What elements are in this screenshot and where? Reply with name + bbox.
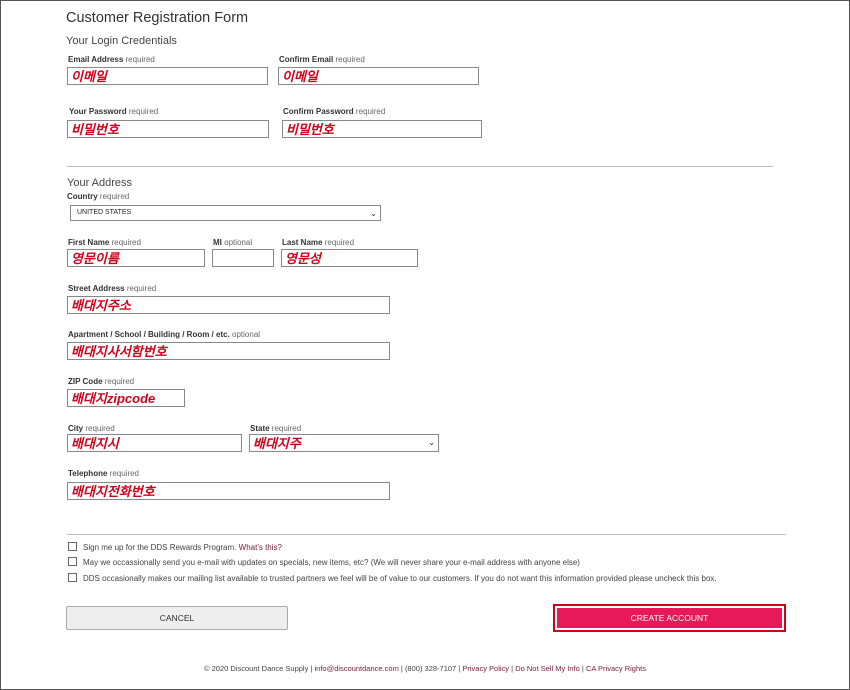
email-updates-checkbox[interactable] bbox=[68, 557, 77, 566]
partners-text: DDS occasionally makes our mailing list … bbox=[83, 574, 717, 583]
options-divider bbox=[67, 534, 786, 535]
footer-copyright: © 2020 Discount Dance Supply | bbox=[204, 664, 313, 673]
apartment-label: Apartment / School / Building / Room / e… bbox=[68, 330, 261, 339]
confirm-email-field-value: 이메일 bbox=[282, 69, 318, 84]
street-field-value: 배대지주소 bbox=[71, 298, 131, 313]
city-label: City required bbox=[68, 424, 115, 433]
first-name-field-value: 영문이름 bbox=[71, 251, 119, 266]
confirm-password-field-value: 비밀번호 bbox=[286, 122, 334, 137]
chevron-down-icon: ⌄ bbox=[428, 438, 435, 447]
country-select[interactable]: UNITED STATES ⌄ bbox=[70, 205, 381, 221]
footer-phone: | (800) 328-7107 | bbox=[400, 664, 461, 673]
footer-separator: | bbox=[511, 664, 514, 673]
footer: © 2020 Discount Dance Supply | info@disc… bbox=[0, 664, 850, 673]
email-label: Email Address required bbox=[68, 55, 155, 64]
apartment-field-value: 배대지사서함번호 bbox=[71, 344, 167, 359]
telephone-field-value: 배대지전화번호 bbox=[71, 484, 155, 499]
footer-do-not-sell-link[interactable]: Do Not Sell My Info bbox=[515, 664, 580, 673]
zip-label: ZIP Code required bbox=[68, 377, 135, 386]
first-name-label: First Name required bbox=[68, 238, 141, 247]
mi-label: MI optional bbox=[213, 238, 253, 247]
last-name-label: Last Name required bbox=[282, 238, 355, 247]
password-label: Your Password required bbox=[69, 107, 159, 116]
section-divider bbox=[67, 166, 773, 167]
password-field[interactable]: 비밀번호 bbox=[67, 120, 269, 138]
zip-field[interactable]: 배대지zipcode bbox=[67, 389, 185, 407]
rewards-text: Sign me up for the DDS Rewards Program. … bbox=[83, 543, 282, 552]
footer-separator: | bbox=[581, 664, 584, 673]
confirm-password-label: Confirm Password required bbox=[283, 107, 386, 116]
footer-privacy-link[interactable]: Privacy Policy bbox=[462, 664, 509, 673]
last-name-field[interactable]: 영문성 bbox=[281, 249, 418, 267]
state-select[interactable]: 배대지주 ⌄ bbox=[249, 434, 439, 452]
country-label: Country required bbox=[67, 192, 130, 201]
state-label: State required bbox=[250, 424, 302, 433]
telephone-field[interactable]: 배대지전화번호 bbox=[67, 482, 390, 500]
cancel-button[interactable]: CANCEL bbox=[66, 606, 288, 630]
create-account-button[interactable]: CREATE ACCOUNT bbox=[557, 608, 782, 628]
city-field-value: 배대지시 bbox=[71, 436, 119, 451]
login-section-heading: Your Login Credentials bbox=[66, 35, 177, 47]
email-updates-text: May we occassionally send you e-mail wit… bbox=[83, 558, 580, 567]
create-account-button-frame: CREATE ACCOUNT bbox=[553, 604, 786, 632]
state-select-value: 배대지주 bbox=[253, 436, 301, 451]
first-name-field[interactable]: 영문이름 bbox=[67, 249, 205, 267]
rewards-checkbox[interactable] bbox=[68, 542, 77, 551]
footer-ca-privacy-link[interactable]: CA Privacy Rights bbox=[586, 664, 646, 673]
email-field[interactable]: 이메일 bbox=[67, 67, 268, 85]
confirm-email-field[interactable]: 이메일 bbox=[278, 67, 479, 85]
confirm-email-label: Confirm Email required bbox=[279, 55, 365, 64]
email-field-value: 이메일 bbox=[71, 69, 107, 84]
mi-field[interactable] bbox=[212, 249, 274, 267]
confirm-password-field[interactable]: 비밀번호 bbox=[282, 120, 482, 138]
zip-field-value: 배대지zipcode bbox=[71, 391, 156, 406]
partners-checkbox[interactable] bbox=[68, 573, 77, 582]
telephone-label: Telephone required bbox=[68, 469, 140, 478]
whats-this-link[interactable]: What's this? bbox=[239, 543, 282, 552]
street-label: Street Address required bbox=[68, 284, 157, 293]
footer-email-link[interactable]: info@discountdance.com bbox=[314, 664, 398, 673]
chevron-down-icon: ⌄ bbox=[370, 209, 377, 218]
page-title: Customer Registration Form bbox=[66, 10, 249, 26]
street-field[interactable]: 배대지주소 bbox=[67, 296, 390, 314]
apartment-field[interactable]: 배대지사서함번호 bbox=[67, 342, 390, 360]
address-section-heading: Your Address bbox=[67, 177, 133, 189]
password-field-value: 비밀번호 bbox=[71, 122, 119, 137]
last-name-field-value: 영문성 bbox=[285, 251, 321, 266]
city-field[interactable]: 배대지시 bbox=[67, 434, 242, 452]
